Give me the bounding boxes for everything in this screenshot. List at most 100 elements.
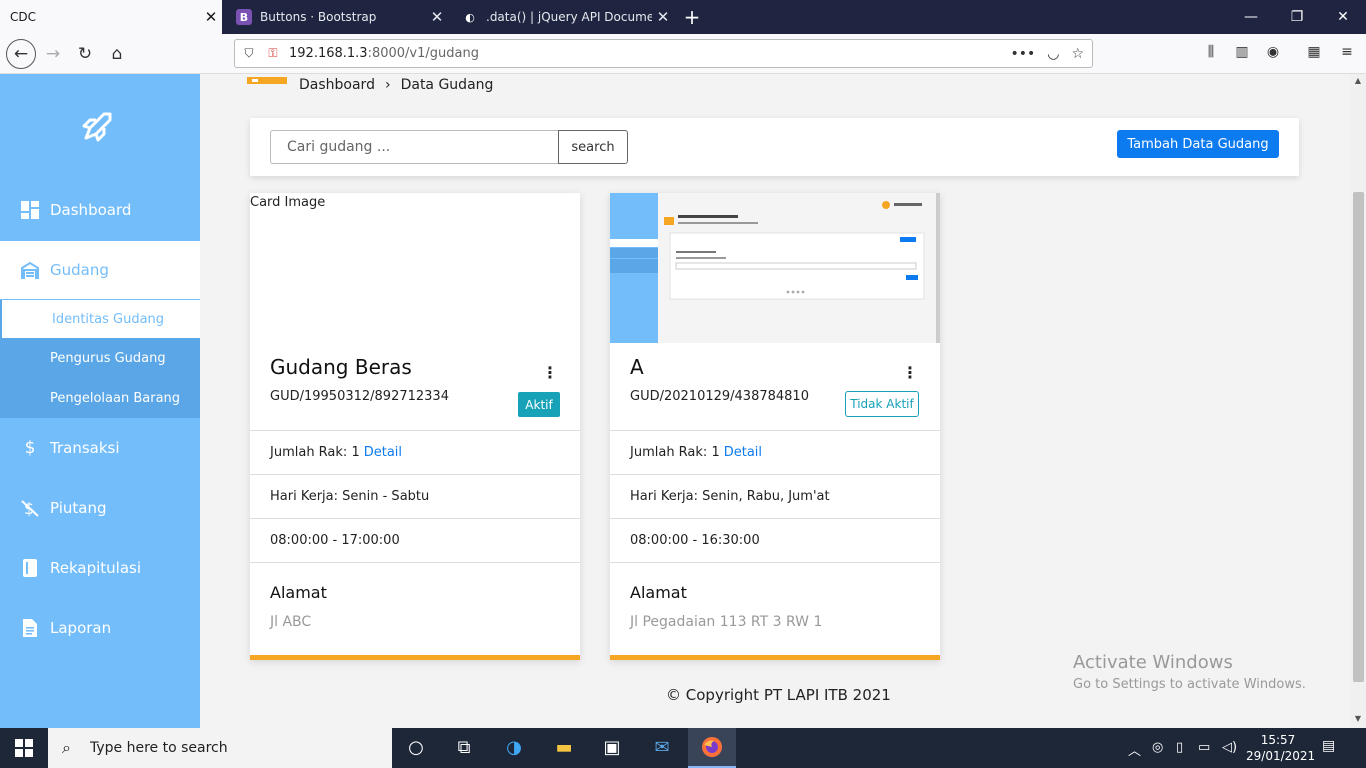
edge-icon[interactable]: ◑ [502, 736, 526, 760]
close-window-icon[interactable]: ✕ [1320, 0, 1366, 34]
kebab-menu-icon[interactable]: ⋮ [542, 365, 558, 381]
tray-chevron-icon[interactable]: ︿ [1128, 740, 1141, 759]
sidebar-item-rekapitulasi[interactable]: Rekapitulasi [0, 540, 200, 596]
sidebar-item-label: Piutang [50, 499, 107, 517]
rak-detail-link[interactable]: Detail [364, 445, 402, 460]
menu-icon[interactable]: ≡ [1336, 44, 1358, 64]
search-toolbar: search Tambah Data Gudang [250, 118, 1299, 176]
reload-icon[interactable]: ↻ [70, 39, 100, 69]
taskbar-clock[interactable]: 15:57 29/01/2021 [1246, 732, 1315, 764]
firefox-taskbar-icon[interactable] [688, 728, 736, 768]
submenu-pengelolaan-barang[interactable]: Pengelolaan Barang [0, 379, 200, 417]
back-icon[interactable]: ← [6, 39, 36, 69]
more-actions-icon[interactable]: ••• [1010, 46, 1035, 62]
sidebar-item-label: Transaksi [50, 439, 120, 457]
library-icon[interactable]: ⫼ [1200, 44, 1222, 64]
shield-icon[interactable]: ⛉ [239, 46, 259, 61]
page-scrollbar[interactable]: ▲ ▼ [1350, 74, 1366, 728]
extensions-icon[interactable]: ▦ [1303, 44, 1325, 64]
windows-start-icon[interactable] [0, 728, 48, 768]
bootstrap-icon: B [236, 9, 252, 25]
dashboard-icon [20, 200, 40, 220]
search-button[interactable]: search [558, 130, 628, 164]
sidebar-item-label: Rekapitulasi [50, 559, 142, 577]
search-input[interactable] [270, 130, 559, 164]
submenu-label: Pengurus Gudang [50, 350, 166, 366]
status-badge[interactable]: Tidak Aktif [845, 391, 919, 417]
warehouse-code: GUD/20210129/438784810 [630, 389, 809, 404]
rak-count-row: Jumlah Rak: 1 Detail [610, 430, 940, 474]
warehouse-name: Gudang Beras [270, 355, 412, 379]
address-value: Jl Pegadaian 113 RT 3 RW 1 [630, 614, 823, 630]
search-icon: ⌕ [62, 738, 71, 757]
store-icon[interactable]: ▣ [600, 736, 624, 760]
close-icon[interactable]: ✕ [652, 8, 674, 26]
close-icon[interactable]: ✕ [426, 8, 448, 26]
submenu-pengurus-gudang[interactable]: Pengurus Gudang [0, 339, 200, 377]
mail-icon[interactable]: ✉ [650, 736, 674, 760]
working-days: Hari Kerja: Senin - Sabtu [270, 489, 430, 504]
rak-count-label: Jumlah Rak: 1 [270, 445, 360, 460]
tray-volume-icon[interactable]: ◁) [1222, 740, 1237, 755]
new-tab-button[interactable]: + [680, 4, 704, 30]
home-icon[interactable]: ⌂ [102, 39, 132, 69]
status-badge[interactable]: Aktif [518, 392, 560, 417]
watermark-title: Activate Windows [1073, 652, 1233, 673]
sidebar-item-gudang[interactable]: Gudang [0, 241, 200, 299]
close-icon[interactable]: ✕ [200, 8, 222, 26]
card-image-alt-text: Card Image [250, 195, 326, 210]
address-label: Alamat [630, 583, 687, 602]
breadcrumb-dashboard-link[interactable]: Dashboard [299, 77, 375, 93]
restore-icon[interactable]: ❐ [1274, 0, 1320, 34]
account-icon[interactable]: ◉ [1262, 44, 1284, 64]
tab-cdc[interactable]: CDC ✕ [0, 0, 222, 34]
sidebar-item-label: Gudang [50, 261, 109, 279]
breadcrumb: Dashboard › Data Gudang [299, 77, 493, 93]
task-view-icon[interactable]: ⧉ [452, 736, 476, 760]
sidebar-toggle-icon[interactable]: ▥ [1231, 44, 1253, 64]
cortana-icon[interactable]: ○ [404, 736, 428, 760]
tab-bootstrap-buttons[interactable]: B Buttons · Bootstrap ✕ [226, 0, 448, 34]
url-bar[interactable]: ⛉ ⚿ 192.168.1.3:8000/v1/gudang ••• ◡ ☆ [234, 39, 1093, 68]
taskbar-search-box[interactable]: ⌕ Type here to search [48, 728, 392, 768]
book-icon [20, 558, 40, 578]
tab-jquery-data[interactable]: ◐ .data() | jQuery API Documenta ✕ [452, 0, 674, 34]
warehouse-card: A GUD/20210129/438784810 ⋮ Tidak Aktif J… [610, 193, 940, 660]
scroll-up-icon[interactable]: ▲ [1350, 74, 1366, 88]
pocket-icon[interactable]: ◡ [1047, 46, 1059, 62]
tray-network-icon[interactable]: ◎ [1152, 740, 1163, 755]
tray-battery-icon[interactable]: ▯ [1176, 740, 1183, 755]
sidebar-item-piutang[interactable]: $ Piutang [0, 480, 200, 536]
file-explorer-icon[interactable]: ▬ [552, 736, 576, 760]
sidebar-item-label: Dashboard [50, 201, 132, 219]
submenu-identitas-gudang[interactable]: Identitas Gudang [2, 300, 200, 338]
forward-icon[interactable]: → [38, 39, 68, 69]
sidebar-item-transaksi[interactable]: $ Transaksi [0, 420, 200, 476]
url-text[interactable]: 192.168.1.3:8000/v1/gudang [289, 46, 1010, 61]
rak-detail-link[interactable]: Detail [724, 445, 762, 460]
scroll-thumb[interactable] [1353, 192, 1364, 682]
bookmark-star-icon[interactable]: ☆ [1071, 46, 1084, 62]
breadcrumb-accent-dot [252, 79, 258, 82]
minimize-icon[interactable]: — [1228, 0, 1274, 34]
sidebar-item-laporan[interactable]: Laporan [0, 600, 200, 656]
activate-windows-watermark: Activate Windows Go to Settings to activ… [1073, 652, 1306, 692]
sidebar-item-dashboard[interactable]: Dashboard [0, 182, 200, 238]
url-host: 192.168.1.3 [289, 46, 368, 61]
browser-tab-bar: CDC ✕ B Buttons · Bootstrap ✕ ◐ .data() … [0, 0, 1366, 34]
card-image-screenshot [610, 193, 940, 343]
address-label: Alamat [270, 583, 327, 602]
warehouse-icon [20, 260, 40, 280]
insecure-lock-icon[interactable]: ⚿ [263, 46, 283, 61]
rocket-logo-icon[interactable] [80, 108, 116, 144]
warehouse-code: GUD/19950312/892712334 [270, 389, 449, 404]
card-divider [250, 562, 580, 563]
dollar-slash-icon: $ [20, 498, 40, 518]
file-icon [20, 618, 40, 638]
kebab-menu-icon[interactable]: ⋮ [902, 365, 918, 381]
working-days-row: Hari Kerja: Senin - Sabtu [250, 474, 580, 518]
scroll-down-icon[interactable]: ▼ [1350, 712, 1366, 726]
add-warehouse-button[interactable]: Tambah Data Gudang [1117, 130, 1279, 158]
notifications-icon[interactable]: ▤ [1322, 738, 1344, 758]
tray-wifi-icon[interactable]: ▭ [1198, 740, 1210, 755]
